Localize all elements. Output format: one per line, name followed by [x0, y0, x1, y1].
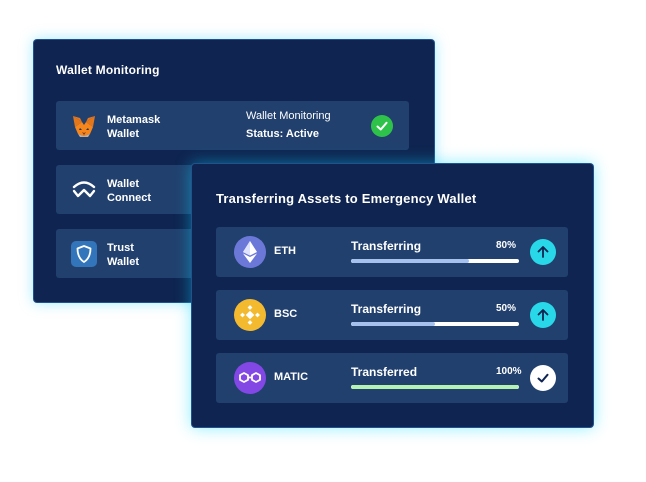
transfer-panel: Transferring Assets to Emergency Wallet … [191, 163, 594, 428]
binance-icon [234, 299, 266, 331]
progress-fill [351, 322, 435, 326]
transfer-percent: 100% [496, 366, 522, 377]
walletconnect-icon [71, 177, 97, 203]
metamask-fox-icon [71, 113, 97, 139]
transfer-status: Transferred [351, 365, 418, 379]
wallet-row-metamask[interactable]: Metamask Wallet Wallet Monitoring Status… [56, 101, 409, 150]
ethereum-icon [234, 236, 266, 268]
wallet-status-value: Status: Active [246, 128, 319, 140]
trust-shield-icon [71, 241, 97, 267]
progress-fill [351, 259, 469, 263]
progress-bar [351, 322, 519, 326]
arrow-up-icon[interactable] [530, 239, 556, 265]
panel-title: Transferring Assets to Emergency Wallet [216, 191, 477, 206]
asset-row-bsc[interactable]: BSC Transferring 50% [216, 290, 568, 340]
polygon-icon [234, 362, 266, 394]
wallet-name: Trust Wallet [107, 242, 139, 268]
check-icon [371, 115, 393, 137]
wallet-name: Metamask Wallet [107, 114, 161, 140]
asset-row-eth[interactable]: ETH Transferring 80% [216, 227, 568, 277]
transfer-status: Transferring [351, 239, 422, 253]
panel-title: Wallet Monitoring [56, 63, 160, 77]
progress-bar [351, 259, 519, 263]
transfer-status: Transferring [351, 302, 422, 316]
asset-symbol: MATIC [274, 371, 309, 383]
arrow-up-icon[interactable] [530, 302, 556, 328]
wallet-name: Wallet Connect [107, 178, 151, 204]
wallet-status-label: Wallet Monitoring [246, 110, 331, 122]
progress-bar [351, 385, 519, 389]
transfer-percent: 80% [496, 240, 517, 251]
check-icon[interactable] [530, 365, 556, 391]
asset-symbol: ETH [274, 245, 296, 257]
asset-symbol: BSC [274, 308, 298, 320]
transfer-percent: 50% [496, 303, 517, 314]
asset-row-matic[interactable]: MATIC Transferred 100% [216, 353, 568, 403]
progress-fill [351, 385, 519, 389]
